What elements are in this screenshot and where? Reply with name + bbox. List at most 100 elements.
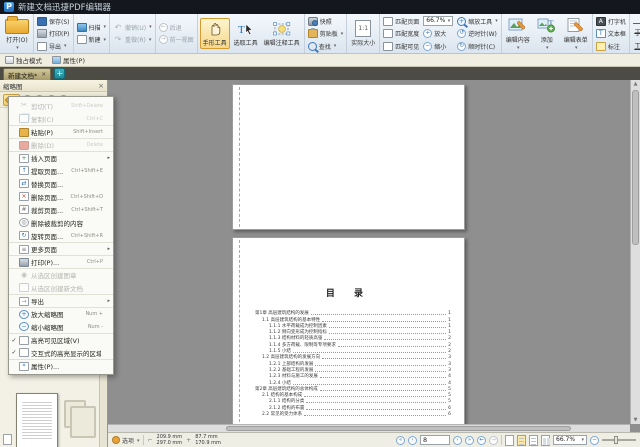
options-button[interactable]: 选项 (112, 436, 140, 445)
tab-active-document[interactable]: 新建文档* × (3, 68, 51, 80)
snapshot-button[interactable]: 快照 (307, 15, 345, 28)
menu-item[interactable]: * 属性(P)... (9, 359, 113, 372)
find-button[interactable]: 查找 (307, 40, 345, 53)
prev-view-button[interactable]: →前一视图 (158, 34, 195, 47)
layout-continuous-facing-button[interactable] (529, 435, 538, 446)
menu-item[interactable]: 复制(C) Ctrl+C (9, 112, 113, 125)
document-canvas[interactable]: 目 录 第1章 高层建筑结构的发展 1 1.1 高层建筑结构的基本特性 1 1.… (108, 80, 640, 432)
previous-view-button[interactable]: ← (477, 436, 486, 445)
menu-item[interactable]: × 删除页面... Ctrl+Shift+D (9, 190, 113, 203)
rotate-ccw-button[interactable]: ↺逆时针(W) (456, 27, 499, 40)
zoom-slider-thumb[interactable] (614, 436, 618, 444)
menu-item-shortcut: Delete (87, 142, 103, 148)
print-button[interactable]: 打印(P) (36, 27, 71, 40)
menu-item[interactable]: + 插入页面 ▸ (9, 151, 113, 164)
hand-tool-button[interactable]: 手形工具 (200, 18, 230, 49)
menu-item[interactable]: ◉ 从选区创建图章 (9, 268, 113, 281)
horizontal-scrollbar-thumb[interactable] (226, 426, 571, 431)
page-blank[interactable] (232, 84, 465, 230)
callout-button[interactable]: 标注 (595, 40, 627, 53)
fit-visible-button[interactable]: 匹配可见 (382, 40, 420, 53)
line-annot-button[interactable]: 直线 (632, 15, 640, 28)
layout-single-page-button[interactable] (505, 435, 514, 446)
status-bar: 选项 ⌐ 209.9 mm297.0 mm + 87.7 mm170.9 mm … (108, 432, 640, 447)
menu-item[interactable]: → 导出 ▸ (9, 294, 113, 307)
page-thumbnail[interactable] (16, 393, 58, 447)
back-button[interactable]: ←后退 (158, 21, 195, 34)
new-tab-button[interactable]: + (54, 68, 65, 79)
prev-page-button[interactable]: ‹ (408, 436, 417, 445)
printer-icon (37, 29, 47, 38)
fit-width-button[interactable]: 匹配宽度 (382, 27, 420, 40)
panel-close-icon[interactable]: × (98, 82, 104, 90)
menu-item[interactable]: ✂ 剪切(T) Shift+Delete (9, 99, 113, 112)
undo-button[interactable]: ↶撤销(U) (112, 21, 153, 34)
textbox-button[interactable]: T文本框 (595, 27, 627, 40)
horizontal-scrollbar[interactable] (108, 424, 630, 432)
page-number-input[interactable]: 8 (420, 435, 450, 445)
menu-item[interactable]: + 放大缩略图 Num + (9, 307, 113, 320)
menu-item[interactable]: − 缩小缩略图 Num - (9, 320, 113, 333)
underline-button[interactable]: 工下划线 (632, 40, 640, 53)
last-page-button[interactable]: » (465, 436, 474, 445)
zoom-out-slider-button[interactable]: − (590, 436, 599, 445)
menu-item[interactable]: 打印(P)... Ctrl+P (9, 255, 113, 268)
group-actual-size: 1:1 实际大小 (347, 14, 380, 53)
add-button[interactable]: T 添加 (534, 16, 560, 52)
exclusive-mode-button[interactable]: 独占模式 (5, 55, 42, 65)
layout-facing-button[interactable] (541, 435, 550, 446)
properties-button[interactable]: 属性(P) (52, 55, 85, 65)
menu-item-icon (19, 258, 29, 267)
clipboard-button[interactable]: 剪贴板 (307, 27, 345, 40)
menu-item[interactable]: 粘贴(P) Shift+Insert (9, 125, 113, 138)
zoom-in-button[interactable]: +放大 (422, 27, 454, 40)
next-view-button[interactable]: → (489, 436, 498, 445)
redo-button[interactable]: ↷重做(R) (112, 34, 153, 47)
menu-item-label: 缩小缩略图 (31, 322, 86, 332)
edit-form-button[interactable]: 编辑表单 (562, 16, 590, 52)
scan-button[interactable]: 扫描 (76, 21, 108, 34)
page-toc[interactable]: 目 录 第1章 高层建筑结构的发展 1 1.1 高层建筑结构的基本特性 1 1.… (232, 237, 465, 425)
zoom-tool-button[interactable]: +缩放工具 (456, 15, 499, 28)
magnifier-icon: + (457, 17, 466, 26)
zoom-level-select[interactable]: 66.7% (553, 435, 587, 445)
export-icon (37, 42, 47, 51)
menu-item[interactable]: ↑ 提取页面... Ctrl+Shift+E (9, 164, 113, 177)
toc-list: 第1章 高层建筑结构的发展 1 1.1 高层建筑结构的基本特性 1 1.1.1 … (255, 310, 451, 417)
menu-item[interactable]: ✓ 高亮可见区域(V) (9, 333, 113, 346)
menu-item[interactable]: # 裁剪页面... Ctrl+Shift+T (9, 203, 113, 216)
fit-page-button[interactable]: 匹配页面 (382, 15, 420, 28)
menu-item[interactable]: ◎ 删除被裁剪的内容 (9, 216, 113, 229)
export-button[interactable]: 导出 (36, 40, 71, 53)
menu-item[interactable]: ✓ 交互式的高亮显示的区域(I) (9, 346, 113, 359)
select-cursor-icon: T (235, 20, 257, 37)
menu-item[interactable]: 从选区创建新文档 (9, 281, 113, 294)
edit-annotation-tool-button[interactable]: 编辑注释工具 (262, 19, 302, 48)
select-tool-button[interactable]: T 选取工具 (232, 19, 260, 48)
layout-continuous-button[interactable] (517, 435, 526, 446)
rotate-cw-button[interactable]: ↻顺时针(C) (456, 40, 499, 53)
menu-item-icon: ◉ (19, 271, 29, 280)
tab-close-icon[interactable]: × (41, 71, 46, 78)
new-button[interactable]: 新建 (76, 34, 108, 47)
edit-content-button[interactable]: 编辑内容 (504, 16, 532, 52)
save-button[interactable]: 保存(S) (36, 15, 71, 28)
open-button[interactable]: 打开(O) (3, 15, 31, 52)
save-icon (37, 17, 47, 26)
zoom-slider[interactable] (602, 439, 636, 441)
menu-item[interactable]: ⇄ 替换页面... (9, 177, 113, 190)
vertical-scrollbar[interactable]: ▲ ▼ (630, 80, 640, 424)
menu-item[interactable]: ≡ 更多页面 ▸ (9, 242, 113, 255)
toc-entry: 2.2 常见的受力体系 6 (255, 411, 451, 417)
menu-item[interactable]: 删除(D) Delete (9, 138, 113, 151)
strikeout-button[interactable]: 于删除线 (632, 27, 640, 40)
actual-size-button[interactable]: 1:1 实际大小 (349, 19, 377, 48)
next-page-button[interactable]: › (453, 436, 462, 445)
ribbon-zoom-select[interactable]: 66.7% (423, 16, 453, 26)
vertical-scrollbar-thumb[interactable] (632, 90, 639, 245)
first-page-button[interactable]: « (396, 436, 405, 445)
forward-arrow-icon: → (159, 35, 168, 44)
zoom-out-button[interactable]: −缩小 (422, 40, 454, 53)
menu-item[interactable]: ↻ 旋转页面... Ctrl+Shift+R (9, 229, 113, 242)
typewriter-button[interactable]: A打字机 (595, 15, 627, 28)
